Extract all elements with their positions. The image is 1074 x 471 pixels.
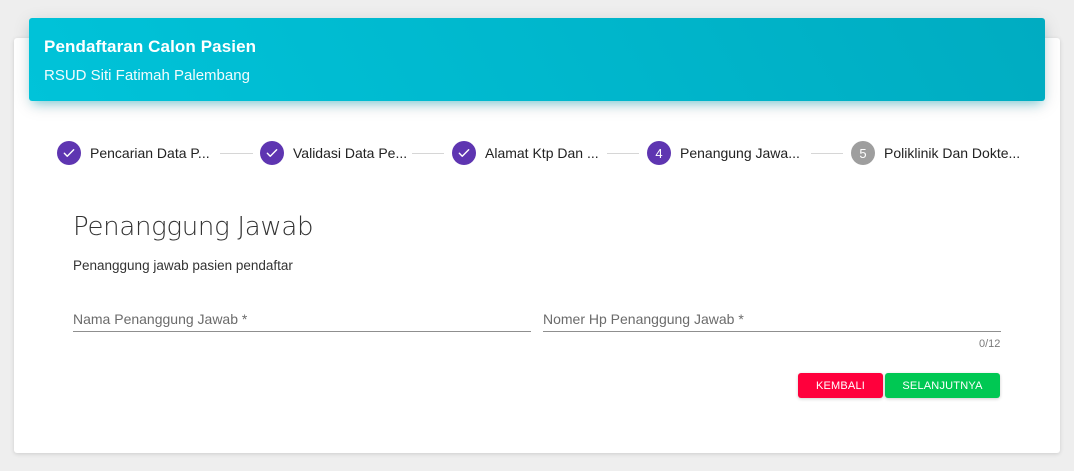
- step-2[interactable]: Validasi Data Pe...: [260, 141, 407, 165]
- step-number: 5: [851, 141, 875, 165]
- header-subtitle: RSUD Siti Fatimah Palembang: [44, 67, 250, 84]
- step-1[interactable]: Pencarian Data P...: [57, 141, 210, 165]
- phone-char-counter: 0/12: [979, 338, 1001, 350]
- step-label: Penangung Jawa...: [680, 145, 800, 161]
- check-icon: [260, 141, 284, 165]
- step-label: Validasi Data Pe...: [293, 145, 408, 161]
- step-4[interactable]: 4 Penangung Jawa...: [647, 141, 800, 165]
- check-icon: [452, 141, 476, 165]
- header-title: Pendaftaran Calon Pasien: [44, 37, 257, 56]
- responsible-name-field: [73, 308, 531, 332]
- step-connector: [607, 153, 639, 154]
- registration-stepper: Pencarian Data P... Validasi Data Pe... …: [57, 141, 1037, 165]
- step-label: Pencarian Data P...: [90, 145, 210, 161]
- responsible-name-input[interactable]: [73, 308, 531, 330]
- step-connector: [811, 153, 843, 154]
- check-icon: [57, 141, 81, 165]
- step-3[interactable]: Alamat Ktp Dan ...: [452, 141, 599, 165]
- back-button[interactable]: KEMBALI: [798, 373, 883, 398]
- step-5[interactable]: 5 Poliklinik Dan Dokte...: [851, 141, 1020, 165]
- step-number: 4: [647, 141, 671, 165]
- responsible-phone-input[interactable]: [543, 308, 1001, 330]
- step-label: Poliklinik Dan Dokte...: [884, 145, 1021, 161]
- page-header: Pendaftaran Calon Pasien RSUD Siti Fatim…: [29, 18, 1045, 101]
- step-label: Alamat Ktp Dan ...: [485, 145, 599, 161]
- section-title: Penanggung Jawab: [73, 212, 314, 242]
- step-connector: [220, 153, 253, 154]
- next-button[interactable]: SELANJUTNYA: [885, 373, 1000, 398]
- section-description: Penanggung jawab pasien pendaftar: [73, 258, 293, 273]
- responsible-phone-field: [543, 308, 1001, 332]
- step-connector: [412, 153, 444, 154]
